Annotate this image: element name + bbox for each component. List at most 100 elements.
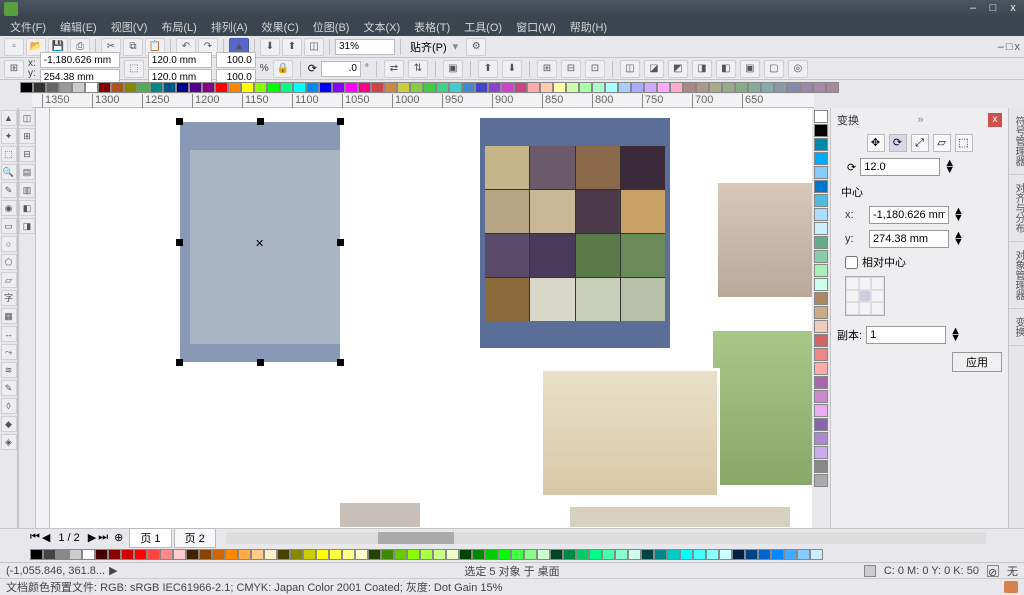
- color-swatch[interactable]: [693, 549, 706, 560]
- table-tool[interactable]: ▦: [1, 308, 17, 324]
- color-swatch[interactable]: [121, 549, 134, 560]
- color-swatch[interactable]: [98, 82, 111, 93]
- menu-item[interactable]: 编辑(E): [54, 18, 103, 36]
- pick-tool[interactable]: ▲: [1, 110, 17, 126]
- color-swatch[interactable]: [527, 82, 540, 93]
- add-page-button[interactable]: ⊕: [110, 531, 127, 544]
- color-swatch[interactable]: [514, 82, 527, 93]
- color-swatch[interactable]: [108, 549, 121, 560]
- color-swatch[interactable]: [745, 549, 758, 560]
- maximize-button[interactable]: □: [986, 3, 1000, 15]
- color-swatch[interactable]: [150, 82, 163, 93]
- menu-item[interactable]: 布局(L): [155, 18, 202, 36]
- color-swatch[interactable]: [472, 549, 485, 560]
- dimension-tool[interactable]: ↔: [1, 326, 17, 342]
- color-swatch[interactable]: [202, 82, 215, 93]
- color-swatch[interactable]: [540, 82, 553, 93]
- simplify-button[interactable]: ◧: [716, 60, 736, 78]
- trim-button[interactable]: ◩: [668, 60, 688, 78]
- transform-mode-button[interactable]: ⤢: [911, 134, 929, 152]
- basic-shapes-tool[interactable]: ▱: [1, 272, 17, 288]
- connector-tool[interactable]: ⤳: [1, 344, 17, 360]
- color-swatch[interactable]: [173, 549, 186, 560]
- color-swatch[interactable]: [355, 549, 368, 560]
- menu-item[interactable]: 效果(C): [256, 18, 305, 36]
- color-swatch[interactable]: [771, 549, 784, 560]
- blend-tool[interactable]: ≋: [1, 362, 17, 378]
- color-swatch[interactable]: [407, 549, 420, 560]
- color-swatch[interactable]: [732, 549, 745, 560]
- color-swatch[interactable]: [423, 82, 436, 93]
- color-swatch[interactable]: [264, 549, 277, 560]
- scale-x-input[interactable]: [216, 52, 256, 68]
- color-swatch[interactable]: [277, 549, 290, 560]
- color-swatch[interactable]: [95, 549, 108, 560]
- color-swatch[interactable]: [758, 549, 771, 560]
- color-swatch[interactable]: [33, 82, 46, 93]
- freehand-tool[interactable]: ✎: [1, 182, 17, 198]
- color-swatch[interactable]: [238, 549, 251, 560]
- color-swatch[interactable]: [462, 82, 475, 93]
- color-swatch[interactable]: [814, 460, 828, 473]
- color-swatch[interactable]: [563, 549, 576, 560]
- color-swatch[interactable]: [814, 208, 828, 221]
- doc-maximize-button[interactable]: □: [1006, 41, 1013, 53]
- aux-tool-5[interactable]: ▥: [19, 182, 35, 198]
- color-swatch[interactable]: [576, 549, 589, 560]
- color-swatch[interactable]: [251, 549, 264, 560]
- color-swatch[interactable]: [212, 549, 225, 560]
- color-swatch[interactable]: [814, 432, 828, 445]
- color-swatch[interactable]: [814, 390, 828, 403]
- color-swatch[interactable]: [814, 404, 828, 417]
- color-swatch[interactable]: [787, 82, 800, 93]
- color-swatch[interactable]: [368, 549, 381, 560]
- smart-fill-tool[interactable]: ◉: [1, 200, 17, 216]
- align-button[interactable]: ▣: [443, 60, 463, 78]
- shape-tool[interactable]: ✦: [1, 128, 17, 144]
- transform-mode-button[interactable]: ▱: [933, 134, 951, 152]
- color-swatch[interactable]: [436, 82, 449, 93]
- selected-object[interactable]: ✕: [180, 122, 340, 362]
- color-swatch[interactable]: [784, 549, 797, 560]
- color-swatch[interactable]: [537, 549, 550, 560]
- color-swatch[interactable]: [814, 222, 828, 235]
- front-minus-button[interactable]: ▣: [740, 60, 760, 78]
- color-swatch[interactable]: [592, 82, 605, 93]
- color-swatch[interactable]: [384, 82, 397, 93]
- ellipse-tool[interactable]: ○: [1, 236, 17, 252]
- fill-tool[interactable]: ◆: [1, 416, 17, 432]
- color-swatch[interactable]: [459, 549, 472, 560]
- color-swatch[interactable]: [814, 418, 828, 431]
- center-x-input[interactable]: [869, 206, 949, 224]
- color-swatch[interactable]: [814, 152, 828, 165]
- color-swatch[interactable]: [488, 82, 501, 93]
- color-swatch[interactable]: [394, 549, 407, 560]
- color-swatch[interactable]: [72, 82, 85, 93]
- color-swatch[interactable]: [332, 82, 345, 93]
- color-swatch[interactable]: [696, 82, 709, 93]
- docker-tab[interactable]: 变换: [1009, 309, 1024, 346]
- menu-item[interactable]: 工具(O): [458, 18, 508, 36]
- color-swatch[interactable]: [800, 82, 813, 93]
- canvas-area[interactable]: ✕: [50, 108, 812, 528]
- canvas-object-photo-5[interactable]: [340, 503, 420, 527]
- aux-tool-3[interactable]: ⊟: [19, 146, 35, 162]
- interactive-fill-tool[interactable]: ◈: [1, 434, 17, 450]
- menu-item[interactable]: 窗口(W): [510, 18, 562, 36]
- color-swatch[interactable]: [722, 82, 735, 93]
- color-swatch[interactable]: [826, 82, 839, 93]
- color-swatch[interactable]: [709, 82, 722, 93]
- color-swatch[interactable]: [761, 82, 774, 93]
- canvas-object-photo-4[interactable]: [570, 507, 790, 527]
- color-swatch[interactable]: [137, 82, 150, 93]
- color-swatch[interactable]: [680, 549, 693, 560]
- color-swatch[interactable]: [20, 82, 33, 93]
- x-position-input[interactable]: [40, 52, 120, 68]
- color-swatch[interactable]: [420, 549, 433, 560]
- import-button[interactable]: ⬇: [260, 38, 280, 56]
- docker-tab[interactable]: 符号管理器: [1009, 108, 1024, 175]
- center-y-input[interactable]: [869, 230, 949, 248]
- color-swatch[interactable]: [381, 549, 394, 560]
- color-swatch[interactable]: [303, 549, 316, 560]
- color-swatch[interactable]: [774, 82, 787, 93]
